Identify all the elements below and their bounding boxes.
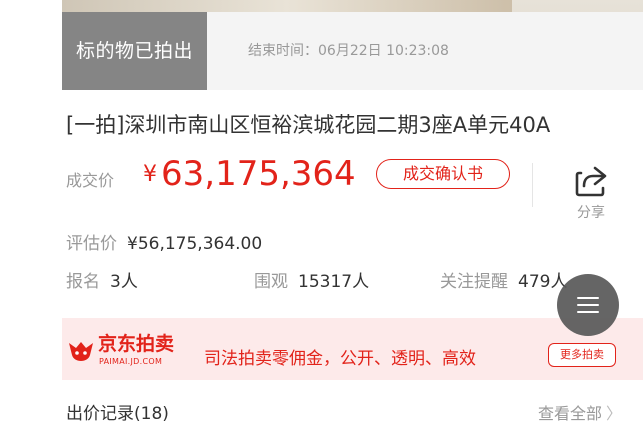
reminder-label: 关注提醒 <box>440 272 508 292</box>
share-label: 分享 <box>577 205 605 221</box>
end-time: 结束时间：06月22日 10:23:08 <box>248 43 449 59</box>
status-badge: 标的物已拍出 <box>62 12 207 90</box>
appraisal-value: ¥56,175,364.00 <box>127 234 263 254</box>
jd-auction-brand: 京东拍卖 <box>98 333 175 355</box>
view-all-link[interactable]: 查看全部〉 <box>538 400 622 424</box>
chevron-right-icon: 〉 <box>606 404 623 423</box>
deal-price-value: 63,175,364 <box>161 154 356 194</box>
signup-count: 报名 3人 <box>66 267 138 292</box>
item-photo-edge <box>62 0 512 12</box>
banner-slogan: 司法拍卖零佣金，公开、透明、高效 <box>204 349 476 369</box>
deal-confirmation-button[interactable]: 成交确认书 <box>376 159 510 189</box>
bid-record-title: 出价记录(18) <box>66 404 169 424</box>
currency-symbol: ¥ <box>143 162 157 187</box>
deal-price-label: 成交价 <box>66 171 115 190</box>
jd-dog-logo-icon <box>69 342 93 361</box>
share-icon <box>575 166 607 197</box>
reminder-count[interactable]: 关注提醒 479人 <box>440 267 567 292</box>
menu-fab-button[interactable] <box>557 274 619 336</box>
views-value: 15317人 <box>298 272 370 292</box>
deal-price: ¥63,175,364 <box>143 154 356 194</box>
share-button[interactable]: 分享 <box>566 164 616 224</box>
more-auctions-button[interactable]: 更多拍卖 <box>548 343 616 367</box>
divider <box>532 163 533 207</box>
signup-label: 报名 <box>66 272 100 292</box>
view-all-label: 查看全部 <box>538 404 603 423</box>
appraisal-price: 评估价 ¥56,175,364.00 <box>66 229 262 254</box>
view-count: 围观 15317人 <box>254 267 369 292</box>
signup-value: 3人 <box>110 272 138 292</box>
jd-auction-domain: PAIMAI.JD.COM <box>99 357 163 366</box>
item-title: [一拍]深圳市南山区恒裕滨城花园二期3座A单元40A <box>66 113 551 137</box>
views-label: 围观 <box>254 272 288 292</box>
appraisal-label: 评估价 <box>66 234 117 254</box>
